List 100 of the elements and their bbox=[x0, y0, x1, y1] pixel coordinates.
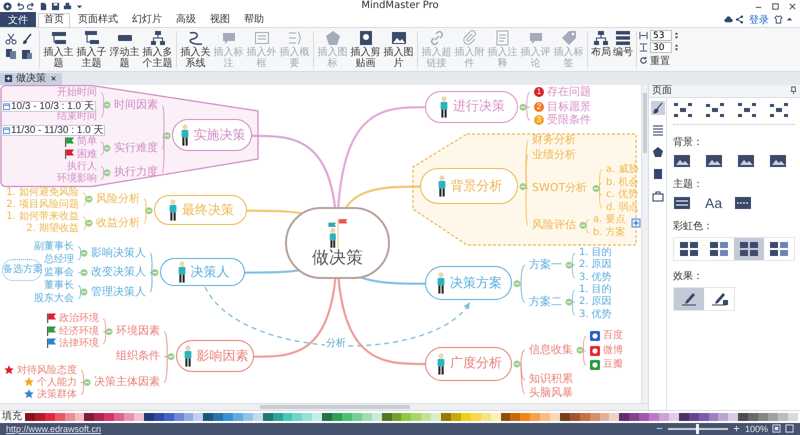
ribbon-button[interactable]: 插入图片 bbox=[382, 29, 415, 70]
ribbon-button[interactable]: 插入剪贴画 bbox=[349, 29, 382, 70]
window-title: MindMaster Pro bbox=[361, 0, 439, 12]
detail-text: 对待风险态度 bbox=[17, 366, 77, 375]
subtopic-text: 环境因素 bbox=[116, 325, 160, 338]
palette-label: 填充 bbox=[2, 410, 22, 423]
menu-tab[interactable]: 页面样式 bbox=[72, 12, 124, 27]
topic-title: 最终决策 bbox=[182, 202, 234, 218]
subtopic-text: 目标愿景 bbox=[547, 100, 591, 113]
spacing-field[interactable]: 53 bbox=[650, 30, 672, 42]
detail-text: 微博 bbox=[603, 346, 623, 356]
priority-badge: 3 bbox=[534, 114, 544, 125]
detail-text: 开始时间 bbox=[57, 88, 97, 98]
section-label: 彩虹色： bbox=[673, 220, 714, 233]
detail-text: 2. 原因 bbox=[579, 297, 612, 306]
subtopic-text: 知识积累 bbox=[529, 373, 573, 386]
reset-button[interactable]: 重置 bbox=[639, 54, 679, 68]
subtopic-text: 决策主体因素 bbox=[94, 376, 160, 388]
section-label: 效果： bbox=[673, 270, 704, 283]
menu-tab[interactable]: 高级 bbox=[170, 12, 202, 27]
detail-text: 监事会 bbox=[44, 268, 74, 277]
detail-text: 2. 期望收益 bbox=[26, 224, 79, 234]
subtopic-text: 收益分析 bbox=[96, 216, 140, 229]
website-link[interactable]: http://www.edrawsoft.cn bbox=[6, 424, 102, 434]
subtopic-text: 受限条件 bbox=[547, 114, 591, 126]
file-menu-button[interactable]: 文件 bbox=[0, 12, 36, 28]
detail-text: 困难 bbox=[77, 150, 97, 159]
central-topic-title: 做决策 bbox=[312, 248, 363, 268]
detail-text: 经济环境 bbox=[59, 326, 99, 336]
menu-tab[interactable]: 首页 bbox=[38, 12, 70, 27]
relationship-label: 分析 bbox=[325, 338, 347, 350]
subtopic-text: SWOT分析 bbox=[532, 182, 588, 194]
ribbon-button[interactable]: 插入关系线 bbox=[179, 29, 212, 70]
ribbon-button[interactable]: 插入主题 bbox=[42, 29, 75, 70]
detail-text: 法律环境 bbox=[59, 338, 99, 348]
ribbon-button[interactable]: 编号 bbox=[612, 29, 634, 60]
menu-tab[interactable]: 帮助 bbox=[238, 12, 270, 27]
priority-badge: 2 bbox=[534, 102, 544, 112]
detail-text: 董事长 bbox=[44, 280, 74, 290]
subtopic-text: 信息收集 bbox=[529, 344, 573, 356]
topic-title: 影响因素 bbox=[196, 348, 248, 364]
topic-title: 决策方案 bbox=[450, 276, 502, 291]
subtopic-text: 改变决策人 bbox=[91, 266, 146, 278]
date-text: 10/3 - 10/3 : 1.0 天 bbox=[11, 102, 94, 111]
detail-text: a. 要点 bbox=[593, 215, 626, 224]
subtopic-text: 实行难度 bbox=[114, 142, 158, 154]
detail-text: 3. 优势 bbox=[579, 273, 612, 282]
menu-tab[interactable]: 视图 bbox=[204, 12, 236, 27]
detail-text: 2. 项目风险问题 bbox=[6, 200, 79, 210]
topic-title: 进行决策 bbox=[453, 99, 505, 114]
spacing-field[interactable]: 30 bbox=[650, 42, 672, 54]
detail-text: 股东大会 bbox=[34, 294, 74, 303]
subtopic-text: 管理决策人 bbox=[91, 286, 146, 298]
ribbon-button[interactable]: 浮动主题 bbox=[108, 29, 141, 70]
topic-title: 广度分析 bbox=[450, 356, 502, 372]
ribbon-button[interactable]: 布局 bbox=[590, 29, 612, 60]
detail-text: 1. 如何避免风险 bbox=[6, 188, 79, 198]
panel-title: 页面 bbox=[652, 84, 672, 97]
zoom-level: 100% bbox=[744, 424, 768, 434]
document-tab[interactable]: 做决策 bbox=[0, 72, 62, 85]
topic-title: 决策人 bbox=[190, 264, 230, 280]
detail-text: 副董事长 bbox=[34, 242, 74, 251]
subtopic-text: 方案一 bbox=[529, 258, 562, 271]
detail-text: 政治环境 bbox=[59, 314, 99, 323]
menu-tab[interactable]: 幻灯片 bbox=[126, 12, 168, 27]
ribbon-button[interactable]: 插入子主题 bbox=[75, 29, 108, 70]
subtopic-text: 影响决策人 bbox=[91, 246, 146, 259]
subtopic-text: 时间因素 bbox=[114, 98, 158, 111]
subtopic-text: 执行力度 bbox=[114, 166, 158, 178]
detail-text: 2. 原因 bbox=[579, 260, 612, 270]
detail-text: 决策群体 bbox=[37, 390, 77, 399]
detail-text: 简单 bbox=[77, 137, 97, 146]
topic-title: 实施决策 bbox=[194, 128, 246, 143]
subtopic-text: 存在问题 bbox=[547, 86, 591, 98]
subtopic-text: 头脑风暴 bbox=[529, 387, 573, 400]
detail-text: 百度 bbox=[603, 331, 623, 340]
detail-text: 1. 目的 bbox=[579, 285, 612, 294]
subtopic-text: 组织条件 bbox=[116, 350, 160, 362]
detail-text: 总经理 bbox=[44, 254, 74, 264]
subtopic-text: 方案二 bbox=[529, 296, 562, 308]
subtopic-text: 风险评估 bbox=[532, 219, 576, 232]
callout-bubble: 备选方案 bbox=[2, 258, 42, 281]
font-button[interactable]: Aa bbox=[705, 194, 722, 211]
detail-text: 豆瓣 bbox=[603, 360, 623, 370]
detail-text: 个人能力 bbox=[37, 378, 77, 387]
ribbon-button[interactable]: 插入多个主题 bbox=[141, 29, 174, 70]
login-link[interactable]: 登录 bbox=[749, 12, 769, 27]
topic-title: 背景分析 bbox=[450, 178, 502, 194]
priority-badge: 1 bbox=[534, 87, 544, 98]
detail-text: b. 方案 bbox=[593, 228, 626, 237]
subtopic-text: 业绩分析 bbox=[532, 148, 576, 161]
date-text: 11/30 - 11/30 : 1.0 天 bbox=[11, 126, 104, 135]
section-label: 背景： bbox=[673, 136, 704, 149]
subtopic-text: 风险分析 bbox=[96, 192, 140, 205]
detail-text: 1. 目的 bbox=[579, 248, 612, 258]
detail-text: 执行人 bbox=[67, 162, 97, 172]
detail-text: 1. 如何带来收益 bbox=[6, 212, 79, 222]
subtopic-text: 财务分析 bbox=[532, 134, 576, 146]
section-label: 主题： bbox=[673, 178, 704, 191]
detail-text: 环境影响 bbox=[57, 174, 97, 184]
